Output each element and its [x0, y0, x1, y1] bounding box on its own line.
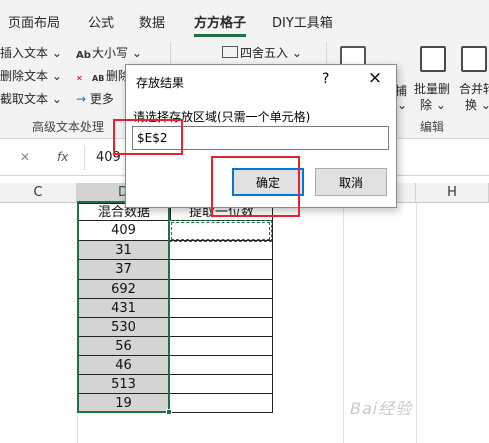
active-tab-indicator: [194, 34, 246, 37]
ok-button[interactable]: 确定: [232, 168, 304, 196]
merge-convert-icon[interactable]: [461, 46, 487, 72]
cancel-formula-icon[interactable]: ✕: [20, 150, 30, 164]
watermark: Bai经验: [350, 399, 413, 418]
extract-text-button[interactable]: 截取文本 ⌄: [0, 90, 62, 107]
round-button[interactable]: 四舍五入 ⌄: [222, 44, 302, 61]
ribbon-tab-bar: 页面布局 公式 数据 方方格子 DIY工具箱: [0, 0, 489, 38]
group-label-edit: 编辑: [420, 120, 445, 134]
grid-icon: [222, 46, 238, 58]
cancel-button[interactable]: 取消: [315, 168, 387, 196]
tab-page-layout[interactable]: 页面布局: [8, 12, 60, 31]
cell-d11[interactable]: 19: [77, 394, 170, 413]
dialog-title: 存放结果: [136, 76, 185, 90]
formula-input[interactable]: 409: [96, 150, 121, 165]
cell-d4[interactable]: 37: [77, 260, 170, 280]
cell-d3[interactable]: 31: [77, 241, 170, 260]
cell-e11[interactable]: [170, 394, 273, 413]
tab-data[interactable]: 数据: [139, 12, 165, 31]
group-label-advanced-text: 高级文本处理: [32, 120, 105, 134]
cell-e7[interactable]: [170, 318, 273, 337]
chevron-down-icon: ⌄: [51, 46, 62, 60]
fill-handle[interactable]: [166, 409, 172, 415]
cell-d9[interactable]: 46: [77, 356, 170, 375]
tab-diy-toolbox[interactable]: DIY工具箱: [272, 12, 333, 31]
tab-fangfang-gezi[interactable]: 方方格子: [194, 12, 246, 31]
chevron-down-icon: ⌄: [131, 46, 142, 60]
batch-delete-button[interactable]: 批量删: [414, 80, 450, 97]
chevron-down-icon: ⌄: [397, 98, 408, 112]
cell-e10[interactable]: [170, 375, 273, 394]
chevron-down-icon: ⌄: [51, 92, 62, 106]
tab-formulas[interactable]: 公式: [88, 12, 114, 31]
column-header-h[interactable]: H: [416, 183, 489, 203]
gridline: [416, 203, 417, 443]
cell-e4[interactable]: [170, 260, 273, 280]
cell-e2[interactable]: [170, 221, 273, 241]
help-icon[interactable]: ?: [322, 71, 329, 87]
cell-d10[interactable]: 513: [77, 375, 170, 394]
cell-e5[interactable]: [170, 280, 273, 299]
batch-delete-icon[interactable]: [420, 46, 446, 72]
chevron-down-icon: ⌄: [291, 46, 302, 60]
cell-d2[interactable]: 409: [77, 221, 170, 241]
store-result-dialog: 存放结果 ? × 请选择存放区域(只需一个单元格) 确定 取消: [125, 64, 397, 208]
range-input[interactable]: [132, 126, 389, 150]
arrow-right-icon: →: [76, 92, 87, 106]
gridline: [343, 203, 344, 443]
cell-e3[interactable]: [170, 241, 273, 260]
cell-d5[interactable]: 692: [77, 280, 170, 299]
cell-e9[interactable]: [170, 356, 273, 375]
dialog-prompt: 请选择存放区域(只需一个单元格): [133, 110, 311, 124]
formula-divider: [84, 146, 85, 170]
insert-text-button[interactable]: 插入文本 ⌄: [0, 44, 62, 61]
close-icon[interactable]: ×: [364, 68, 386, 88]
merge-convert-button[interactable]: 合并转: [459, 80, 489, 97]
ab-case-icon: Ab: [76, 50, 91, 61]
more-button[interactable]: → 更多: [76, 90, 114, 107]
column-header-c[interactable]: C: [0, 183, 77, 203]
cell-d6[interactable]: 431: [77, 299, 170, 318]
cell-d7[interactable]: 530: [77, 318, 170, 337]
chevron-down-icon: ⌄: [51, 69, 62, 83]
ab-small-icon: AB: [92, 74, 105, 83]
batch-delete-sub: 除 ⌄: [420, 98, 446, 112]
merge-convert-sub: 换 ⌄: [465, 98, 489, 112]
fx-icon[interactable]: fx: [57, 150, 68, 164]
cell-e8[interactable]: [170, 337, 273, 356]
case-button[interactable]: Ab大小写 ⌄: [76, 44, 142, 62]
cell-d8[interactable]: 56: [77, 337, 170, 356]
cell-e6[interactable]: [170, 299, 273, 318]
delete-space-icon: ✕: [76, 74, 83, 83]
delete-text-button[interactable]: 删除文本 ⌄: [0, 67, 62, 84]
